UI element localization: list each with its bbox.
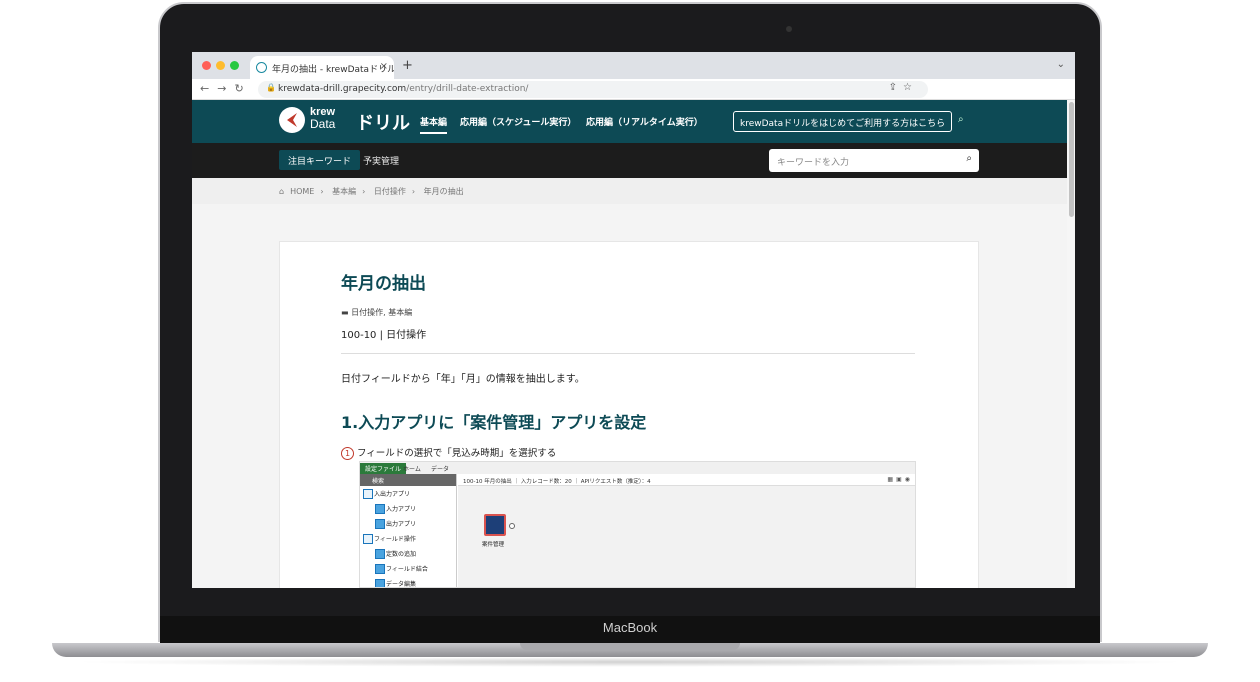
tree-item: 出力アプリ xyxy=(360,516,456,531)
tab-title: 年月の抽出 - krewDataドリル xyxy=(272,65,394,75)
breadcrumb-basic[interactable]: 基本編 xyxy=(332,187,356,196)
app-search: 検索 xyxy=(360,474,456,486)
divider xyxy=(341,353,915,354)
breadcrumb: ⌂ HOME › 基本編 › 日付操作 › 年月の抽出 xyxy=(192,178,1067,204)
laptop-notch xyxy=(520,643,740,650)
keyword-link[interactable]: 予実管理 xyxy=(363,154,399,167)
step-text: フィールドの選択で「見込み時期」を選択する xyxy=(357,448,557,459)
tree-item: フィールド結合 xyxy=(360,561,456,576)
nav-buttons: ←→↻ xyxy=(200,82,252,95)
breadcrumb-home[interactable]: HOME xyxy=(290,187,314,196)
scrollbar-thumb[interactable] xyxy=(1069,102,1074,217)
breadcrumb-sep: › xyxy=(320,187,324,196)
url-actions: ⇪☆ xyxy=(889,82,918,93)
screen: 年月の抽出 - krewDataドリル × + ⌄ ←→↻ 🔒 krewdata… xyxy=(192,52,1075,588)
canvas-tool-icons: ▦▣◉ xyxy=(887,476,913,483)
krewdata-logo-icon[interactable] xyxy=(279,107,305,133)
ribbon-tab-home: ホーム xyxy=(403,466,421,473)
site-header: krew Data ドリル 基本編 応用編（スケジュール実行） 応用編（リアルタイ… xyxy=(192,100,1067,143)
minimize-window-button[interactable] xyxy=(216,61,225,70)
app-sidebar: 検索 入出力アプリ 入力アプリ 出力アプリ フィールド操作 定数の追加 フィール… xyxy=(360,474,457,587)
node-label: 案件管理 xyxy=(482,542,505,548)
breadcrumb-sep: › xyxy=(411,187,416,196)
breadcrumb-current: 年月の抽出 xyxy=(423,187,464,196)
featured-keyword-button[interactable]: 注目キーワード xyxy=(279,150,361,170)
browser-toolbar: ←→↻ 🔒 krewdata-drill.grapecity.com/entry… xyxy=(192,79,1075,100)
logo-title[interactable]: ドリル xyxy=(356,109,410,135)
canvas-infobar: 100-10 年月の抽出 ｜ 入力レコード数：20 ｜ APIリクエスト数（推定… xyxy=(458,474,915,486)
logo-text[interactable]: krew Data xyxy=(310,106,335,130)
app-canvas: 100-10 年月の抽出 ｜ 入力レコード数：20 ｜ APIリクエスト数（推定… xyxy=(458,474,915,587)
app-screenshot: 設定ファイル ホーム データ 検索 入出力アプリ 入力アプリ 出力アプリ フィー… xyxy=(359,461,916,588)
close-window-button[interactable] xyxy=(202,61,211,70)
app-node-icon xyxy=(484,514,506,536)
home-icon: ⌂ xyxy=(279,187,285,196)
search-icon[interactable]: ⌕ xyxy=(958,114,964,125)
app-ribbon: 設定ファイル ホーム データ xyxy=(360,462,915,474)
tree-item: 入力アプリ xyxy=(360,501,456,516)
search-icon[interactable]: ⌕ xyxy=(966,153,972,164)
first-time-button[interactable]: krewDataドリルをはじめてご利用する方はこちら xyxy=(733,111,953,132)
canvas-info: 100-10 年月の抽出 ｜ 入力レコード数：20 ｜ APIリクエスト数（推定… xyxy=(463,479,651,485)
tree-item: データ編集 xyxy=(360,576,456,587)
ribbon-tab-data: データ xyxy=(431,466,450,473)
browser-tab[interactable]: 年月の抽出 - krewDataドリル × xyxy=(250,56,394,79)
article-title: 年月の抽出 xyxy=(341,274,426,294)
favicon-icon xyxy=(256,62,267,73)
node-port xyxy=(509,523,515,529)
share-icon[interactable]: ⇪ xyxy=(889,82,903,93)
laptop-frame: MacBook 年月の抽出 - krewDataドリル × + ⌄ ←→↻ 🔒 … xyxy=(0,0,1260,682)
nav-applied-schedule[interactable]: 応用編（スケジュール実行） xyxy=(460,115,576,128)
search-placeholder: キーワードを入力 xyxy=(777,158,850,168)
forward-arrow-icon[interactable]: → xyxy=(217,82,234,95)
address-bar[interactable]: 🔒 krewdata-drill.grapecity.com/entry/dri… xyxy=(258,81,928,98)
step-number: 1 xyxy=(341,447,354,460)
tree-item: 入出力アプリ xyxy=(360,486,456,501)
lock-icon: 🔒 xyxy=(266,83,276,92)
article-subtitle: 100-10 | 日付操作 xyxy=(341,330,427,341)
logo-bottom: Data xyxy=(310,117,336,131)
keyword-bar: 注目キーワード 予実管理 キーワードを入力 ⌕ xyxy=(192,143,1067,178)
reload-icon[interactable]: ↻ xyxy=(234,82,251,95)
nav-basic[interactable]: 基本編 xyxy=(420,115,448,134)
close-tab-icon[interactable]: × xyxy=(380,61,388,72)
tab-list-chevron-down-icon[interactable]: ⌄ xyxy=(1057,59,1065,70)
back-arrow-icon[interactable]: ← xyxy=(200,82,217,95)
keyword-search-input[interactable]: キーワードを入力 ⌕ xyxy=(769,149,979,172)
nav-applied-realtime[interactable]: 応用編（リアルタイム実行） xyxy=(586,115,703,128)
new-tab-button[interactable]: + xyxy=(402,58,413,73)
breadcrumb-date[interactable]: 日付操作 xyxy=(374,187,406,196)
step-1: 1 フィールドの選択で「見込み時期」を選択する xyxy=(341,445,556,460)
url-domain: krewdata-drill.grapecity.com xyxy=(278,84,407,94)
device-brand: MacBook xyxy=(602,620,658,635)
url-path: /entry/drill-date-extraction/ xyxy=(406,84,529,94)
laptop-shadow xyxy=(70,657,1190,667)
tree-item: フィールド操作 xyxy=(360,531,456,546)
window-controls xyxy=(202,61,239,70)
section-title: 1.入力アプリに「案件管理」アプリを設定 xyxy=(341,413,647,432)
tree-item: 定数の追加 xyxy=(360,546,456,561)
maximize-window-button[interactable] xyxy=(230,61,239,70)
breadcrumb-sep: › xyxy=(362,187,366,196)
category-links[interactable]: 日付操作, 基本編 xyxy=(351,308,412,317)
bookmark-star-icon[interactable]: ☆ xyxy=(903,82,918,93)
folder-icon: ▬ xyxy=(341,308,349,317)
article-categories[interactable]: ▬ 日付操作, 基本編 xyxy=(341,307,412,318)
browser-tabbar: 年月の抽出 - krewDataドリル × + ⌄ xyxy=(192,52,1075,79)
article-lead: 日付フィールドから「年」「月」の情報を抽出します。 xyxy=(341,374,585,385)
camera xyxy=(786,26,792,32)
